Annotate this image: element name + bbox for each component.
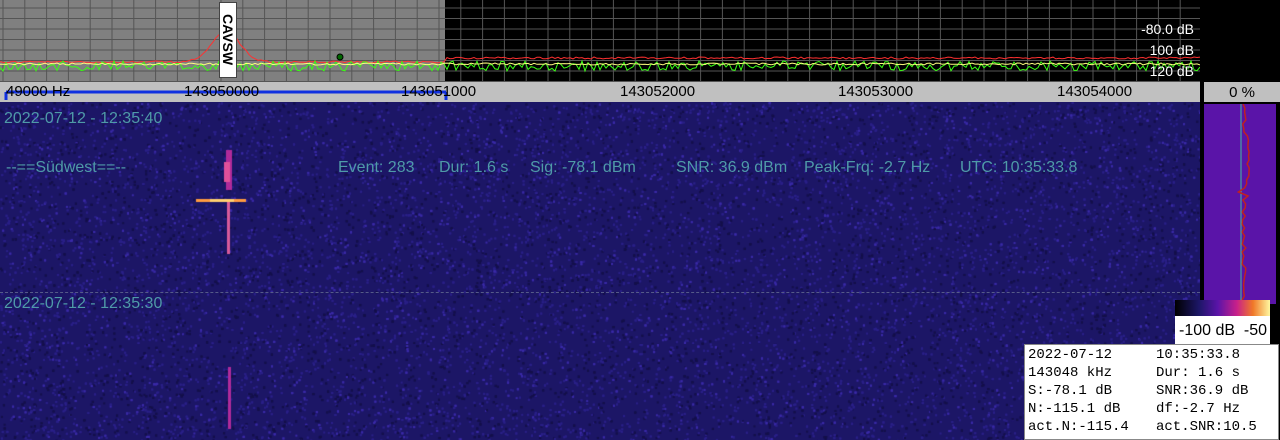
freq-tick: 143054000 (1057, 83, 1133, 100)
waterfall-noise (0, 102, 1200, 440)
cursor-dot (336, 53, 344, 61)
scale-max-label: -50 (1243, 322, 1267, 339)
freq-tick: 143050000 (184, 83, 260, 100)
db-label-mid: 100 dB (1149, 42, 1194, 58)
station-name: --==Südwest==-- (6, 159, 127, 176)
live-spectrum-trace (0, 56, 1200, 73)
event-signal: Sig: -78.1 dBm (530, 159, 636, 176)
info-frequency: 143048 kHz (1028, 365, 1113, 381)
scale-min-label: -100 dB (1179, 322, 1236, 339)
db-label-top: -80.0 dB (1141, 21, 1194, 37)
waterfall-timestamp-bottom: 2022-07-12 - 12:35:30 (4, 295, 163, 312)
info-duration: Dur: 1.6 s (1156, 365, 1241, 381)
peak-hold-trace (0, 32, 1200, 64)
event-number: Event: 283 (338, 159, 415, 176)
info-act-snr: act.SNR:10.5 (1156, 419, 1257, 435)
zoom-percent[interactable]: 0 % (1200, 82, 1280, 102)
event-utc: UTC: 10:35:33.8 (960, 159, 1078, 176)
signal-level-meter (1204, 104, 1276, 304)
average-trace (0, 62, 1200, 66)
info-time: 10:35:33.8 (1156, 347, 1241, 363)
bandwidth-bracket[interactable] (0, 82, 1200, 102)
color-scale-labels: -100 dB -50 (1175, 316, 1270, 344)
info-noise: N:-115.1 dB (1028, 401, 1121, 417)
info-date: 2022-07-12 (1028, 347, 1113, 363)
waterfall-time-separator (0, 292, 1200, 293)
freq-tick: 143051000 (401, 83, 477, 100)
info-act-noise: act.N:-115.4 (1028, 419, 1129, 435)
event-info-box: 2022-07-12 10:35:33.8 143048 kHz Dur: 1.… (1024, 344, 1279, 440)
marker-label[interactable]: CAVSW (219, 2, 237, 78)
waterfall-timestamp-top: 2022-07-12 - 12:35:40 (4, 110, 163, 127)
freq-tick: 49000 Hz (6, 83, 71, 100)
db-label-bottom: 120 dB (1149, 63, 1194, 79)
info-snr: SNR:36.9 dB (1156, 383, 1249, 399)
spectrum-panel[interactable]: CAVSW -80.0 dB 100 dB 120 dB (0, 0, 1200, 82)
spectrum-plot (0, 0, 1200, 82)
meteor-scatter-window: CAVSW -80.0 dB 100 dB 120 dB 49000 Hz 14… (0, 0, 1280, 440)
waterfall-display[interactable]: 2022-07-12 - 12:35:40 2022-07-12 - 12:35… (0, 102, 1200, 440)
event-duration: Dur: 1.6 s (439, 159, 509, 176)
info-df: df:-2.7 Hz (1156, 401, 1241, 417)
color-scale-bar (1175, 300, 1270, 316)
event-peak-freq: Peak-Frq: -2.7 Hz (804, 159, 931, 176)
event-snr: SNR: 36.9 dBm (676, 159, 788, 176)
freq-tick: 143052000 (620, 83, 696, 100)
info-signal: S:-78.1 dB (1028, 383, 1113, 399)
frequency-axis[interactable]: 49000 Hz 143050000 143051000 143052000 1… (0, 82, 1200, 102)
freq-tick: 143053000 (838, 83, 914, 100)
